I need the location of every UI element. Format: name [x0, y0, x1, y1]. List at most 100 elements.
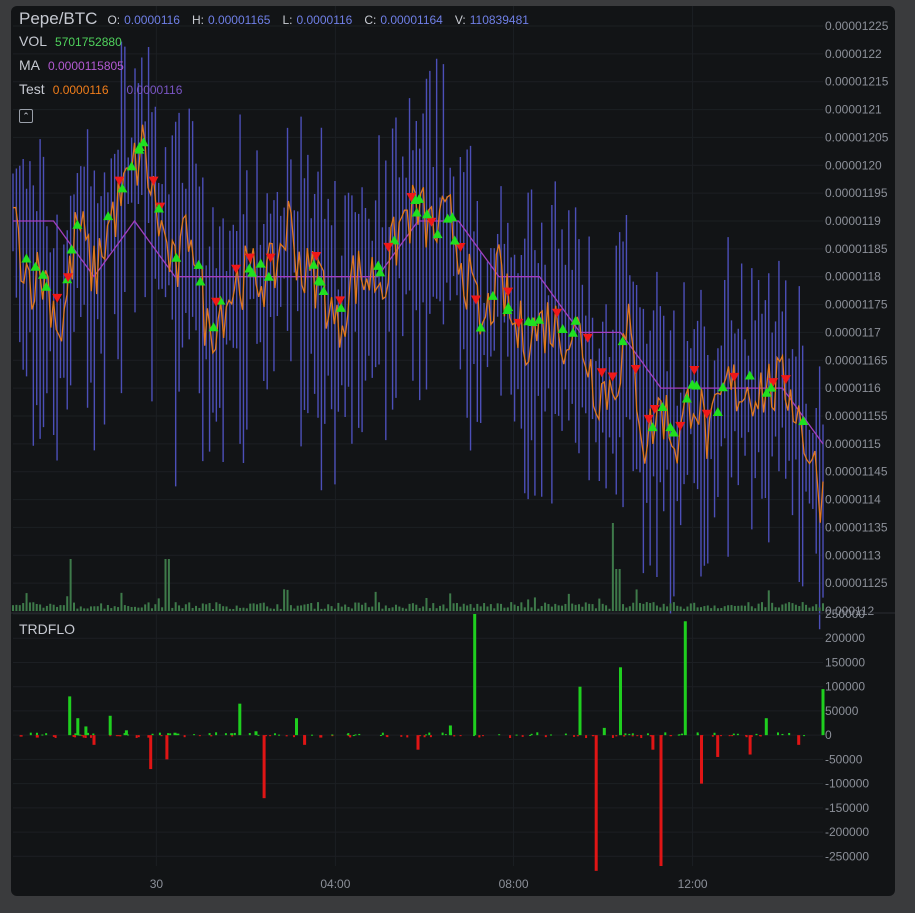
volume-bar	[394, 604, 397, 611]
volume-bar	[462, 603, 465, 611]
volume-bar	[313, 608, 316, 611]
flow-bar	[736, 733, 739, 736]
flow-bar	[137, 735, 140, 738]
volume-bar	[86, 608, 89, 611]
volume-bar	[760, 602, 763, 611]
volume-bar	[574, 604, 577, 611]
flow-bar	[151, 733, 154, 736]
flow-bar	[173, 732, 177, 736]
flow-bar	[319, 735, 323, 738]
volume-bar	[466, 605, 469, 611]
volume-bar	[25, 593, 28, 611]
flow-bar	[233, 732, 236, 736]
volume-bar	[306, 603, 309, 611]
flow-bar	[381, 732, 384, 736]
flow-bar	[781, 733, 784, 736]
volume-bar	[272, 608, 275, 611]
flow-bar	[416, 735, 420, 750]
flow-bar	[89, 735, 92, 738]
flow-bar	[594, 735, 598, 871]
price-axis-tick: 0.00001145	[825, 465, 888, 479]
flow-axis-tick: 250000	[825, 607, 865, 621]
price-axis-tick: 0.0000121	[825, 103, 882, 117]
flow-bar	[346, 734, 349, 736]
volume-bar	[100, 603, 103, 611]
volume-bar	[652, 602, 655, 611]
volume-bar	[222, 606, 225, 611]
flow-bar	[406, 735, 409, 738]
flow-bar	[628, 733, 631, 736]
volume-bar	[52, 604, 55, 611]
flow-bar	[278, 734, 281, 736]
volume-bar	[56, 606, 59, 611]
price-axis-tick: 0.00001215	[825, 75, 889, 89]
price-axis-tick: 0.0000114	[825, 493, 881, 507]
volume-bar	[89, 606, 92, 611]
flow-bar	[536, 732, 539, 736]
volume-bar	[598, 598, 601, 611]
volume-label: V:	[454, 13, 466, 27]
flow-bar	[473, 735, 476, 737]
volume-bar	[744, 605, 747, 611]
volume-bar	[781, 604, 784, 611]
volume-bar	[310, 603, 313, 611]
volume-bar	[706, 605, 709, 611]
flow-bar	[41, 734, 44, 736]
volume-bar	[588, 603, 591, 611]
volume-bar	[384, 605, 387, 611]
buy-marker	[744, 370, 755, 380]
price-axis-tick: 0.00001125	[825, 576, 888, 590]
flow-bar	[745, 735, 748, 738]
flow-axis-tick: -150000	[825, 801, 869, 815]
volume-bar	[357, 602, 360, 611]
volume-bar	[594, 608, 597, 611]
volume-bar	[771, 602, 774, 611]
volume-bar	[659, 607, 662, 611]
volume-bar	[286, 589, 289, 611]
flow-bar	[92, 733, 95, 736]
volume-bar	[516, 606, 519, 611]
volume-bar	[550, 606, 553, 611]
flow-bar	[273, 733, 276, 736]
volume-bar	[564, 603, 567, 611]
chart-canvas[interactable]: 0.00001225 0.0000122 0.00001215 0.0000121 0.…	[11, 6, 895, 896]
volume-bar	[628, 606, 631, 611]
flow-bar	[755, 733, 758, 736]
volume-bar	[818, 607, 821, 611]
flow-bar	[441, 732, 444, 736]
volume-bar	[32, 602, 35, 611]
price-axis-tick: 0.00001155	[825, 409, 888, 423]
volume-bar	[242, 607, 245, 611]
flow-bar	[700, 735, 703, 784]
flow-bar	[29, 732, 32, 736]
volume-bar	[347, 606, 350, 611]
flow-bar	[238, 703, 242, 736]
volume-bar	[544, 602, 547, 611]
volume-bar	[493, 608, 496, 611]
volume-bar	[510, 602, 513, 611]
flow-bar	[473, 614, 477, 736]
sell-marker	[148, 176, 159, 186]
flow-axis-tick: -200000	[825, 825, 869, 839]
flow-bar	[215, 732, 218, 736]
flow-bar	[117, 735, 120, 737]
volume-bar	[279, 608, 282, 611]
chevron-up-icon[interactable]: ⌃	[19, 109, 33, 123]
volume-bar	[483, 603, 486, 611]
volume-bar	[757, 603, 760, 611]
volume-bar	[676, 605, 679, 611]
volume-bar	[415, 604, 418, 611]
volume-bar	[567, 593, 570, 611]
volume-bar	[520, 602, 523, 611]
volume-bar	[49, 603, 52, 611]
buy-marker	[244, 263, 255, 273]
flow-bar	[54, 735, 57, 738]
flow-bar	[728, 735, 731, 737]
volume-bar	[127, 606, 130, 611]
flow-axis-tick: 150000	[825, 655, 865, 669]
high-value: 0.00001165	[207, 13, 271, 27]
volume-bar	[740, 605, 743, 611]
flow-bar	[160, 735, 163, 737]
volume-bar	[469, 604, 472, 611]
volume-bar	[611, 523, 614, 611]
